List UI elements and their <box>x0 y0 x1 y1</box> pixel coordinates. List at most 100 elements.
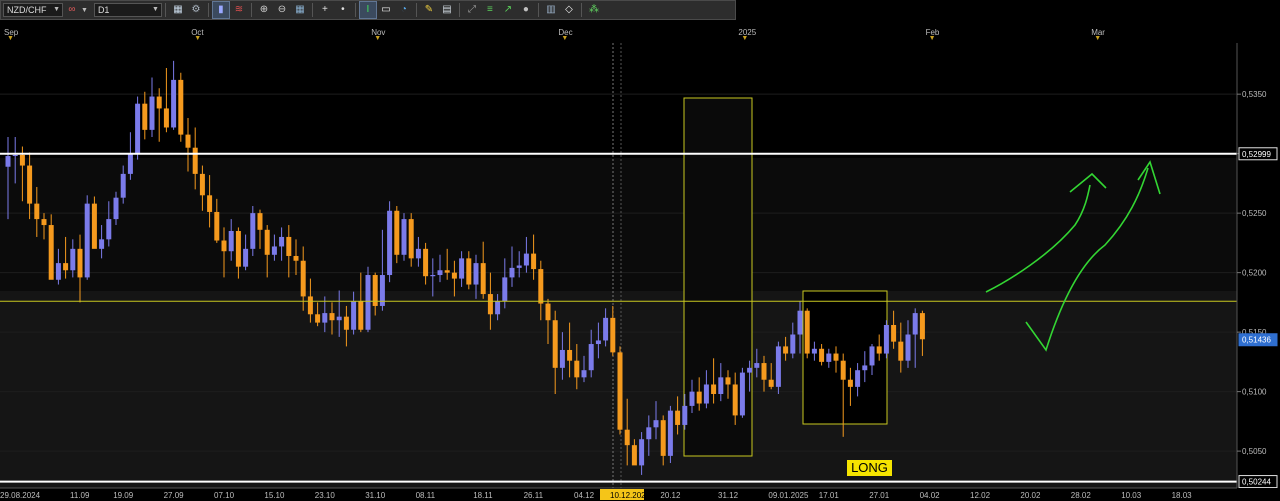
crosshair-icon[interactable]: + <box>317 2 333 18</box>
date-label: 07.10 <box>214 491 235 500</box>
candle-body <box>876 346 882 354</box>
candle-body <box>862 365 868 371</box>
candle-body <box>552 320 558 368</box>
period-marker-icon: ▼ <box>194 35 202 42</box>
candle-body <box>12 154 18 157</box>
candle-body <box>819 348 825 362</box>
candle-body <box>142 103 148 130</box>
candle-body <box>336 316 342 321</box>
candle-body <box>732 384 738 416</box>
date-label: 11.09 <box>70 491 90 500</box>
long-label: LONG <box>847 460 892 476</box>
more-icon[interactable]: ⁂ <box>586 2 602 18</box>
price-chart[interactable]: 0,53500,53000,52500,52000,51500,51000,50… <box>0 0 1280 501</box>
chart-settings-icon[interactable]: ⚙ <box>188 2 204 18</box>
candle-body <box>127 153 133 174</box>
pencil-icon[interactable]: ✎ <box>421 2 437 18</box>
candle-body <box>624 429 630 446</box>
candle-body <box>430 275 436 277</box>
price-tick-label: 0,5350 <box>1242 90 1267 99</box>
date-label: 31.10 <box>365 491 386 500</box>
zoom-in-icon[interactable]: ⊕ <box>256 2 272 18</box>
price-marker-label: 0,52999 <box>1242 150 1271 159</box>
toolbar-separator <box>164 3 166 17</box>
candle-body <box>855 370 861 387</box>
candle-body <box>199 173 205 196</box>
candle-body <box>804 310 810 354</box>
candle-body <box>833 353 839 361</box>
candle-body <box>495 301 501 315</box>
toolbar-separator <box>537 3 539 17</box>
date-label: 20.02 <box>1020 491 1041 500</box>
candle-body <box>754 363 760 368</box>
toolbar-separator <box>354 3 356 17</box>
grid-lines-icon[interactable]: ▥ <box>543 2 559 18</box>
text-cursor-icon[interactable]: I <box>358 1 377 19</box>
chevron-down-icon: ▼ <box>152 6 159 13</box>
candle-body <box>559 349 565 368</box>
candle-body <box>581 370 587 378</box>
dot-icon[interactable]: • <box>335 2 351 18</box>
price-marker-label: 0,51436 <box>1242 336 1271 345</box>
date-label: 10.03 <box>1121 491 1142 500</box>
comment-icon[interactable]: ▭ <box>378 2 394 18</box>
candle-body <box>243 248 249 267</box>
candle-body <box>27 165 33 204</box>
template-icon[interactable]: ▤ <box>439 2 455 18</box>
candle-body <box>783 346 789 354</box>
candle-body <box>811 348 817 354</box>
price-axis: 0,53500,53000,52500,52000,51500,51000,50… <box>1236 43 1280 489</box>
symbol-select[interactable]: NZD/CHF ▼ <box>3 3 63 17</box>
link-icon[interactable]: ∞ <box>64 2 80 18</box>
candle-chart-icon[interactable]: ▮ <box>211 1 230 19</box>
candle-body <box>790 334 796 354</box>
candle-body <box>660 420 666 456</box>
chevron-down-icon: ▼ <box>53 6 60 13</box>
grid-icon[interactable]: ▦ <box>292 2 308 18</box>
candle-body <box>293 255 299 261</box>
date-label: 04.12 <box>574 491 595 500</box>
candle-body <box>214 211 220 241</box>
candle-body <box>761 363 767 380</box>
candle-body <box>509 267 515 278</box>
candle-body <box>394 210 400 255</box>
candle-body <box>682 405 688 425</box>
candle-body <box>718 377 724 395</box>
timeframe-select[interactable]: D1 ▼ <box>93 3 162 17</box>
date-label: 15.10 <box>264 491 285 500</box>
candle-body <box>437 270 443 276</box>
candle-body <box>257 213 263 230</box>
new-chart-icon[interactable]: ▦ <box>170 2 186 18</box>
channel-icon[interactable]: ≡ <box>482 2 498 18</box>
candle-body <box>178 79 184 135</box>
fibonacci-icon[interactable]: ⤢ <box>464 2 480 18</box>
candle-body <box>207 195 213 212</box>
indicator-icon[interactable]: ≋ <box>231 2 247 18</box>
shape-icon[interactable]: ● <box>518 2 534 18</box>
candle-body <box>588 344 594 371</box>
date-label: 04.02 <box>920 491 941 500</box>
candle-body <box>423 248 429 277</box>
period-marker-icon: ▼ <box>374 35 382 42</box>
toolbar-separator <box>250 3 252 17</box>
candle-body <box>156 96 162 109</box>
candle-body <box>415 248 421 259</box>
arrow-line-icon[interactable]: ↗ <box>500 2 516 18</box>
period-marker-icon: ▼ <box>7 35 14 42</box>
candle-body <box>545 303 551 321</box>
toolbar-separator <box>311 3 313 17</box>
chevron-down-icon[interactable]: ▼ <box>81 7 88 14</box>
candle-body <box>646 427 652 440</box>
candle-body <box>919 313 925 340</box>
candle-body <box>55 263 61 280</box>
candle-body <box>99 239 105 249</box>
eraser-icon[interactable]: ◇ <box>561 2 577 18</box>
zoom-out-icon[interactable]: ⊖ <box>274 2 290 18</box>
candle-body <box>711 384 717 395</box>
date-label: 27.09 <box>164 491 185 500</box>
candle-body <box>235 230 241 267</box>
candle-body <box>358 301 364 330</box>
objects-icon[interactable]: ◔ <box>396 2 412 18</box>
date-label: 20.12 <box>660 491 681 500</box>
candle-body <box>775 346 781 387</box>
